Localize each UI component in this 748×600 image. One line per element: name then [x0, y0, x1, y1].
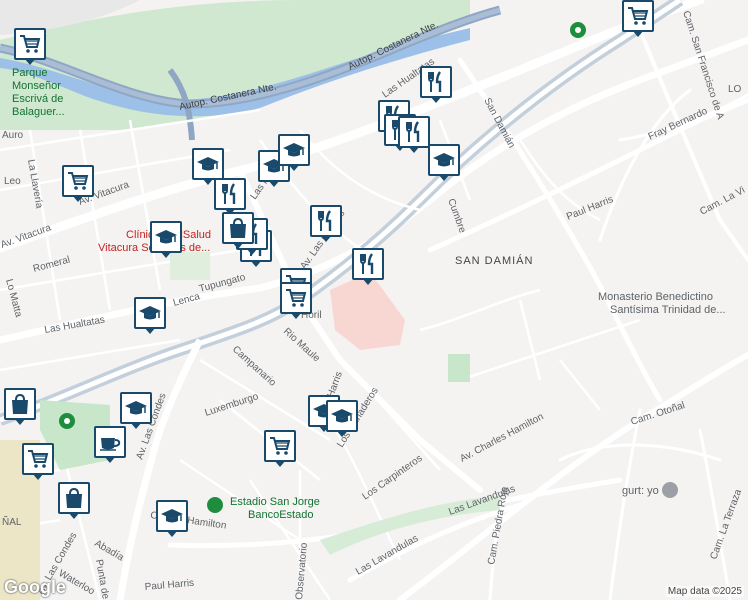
small-park — [448, 354, 470, 382]
poi-label-gurt[interactable]: gurt: yo — [622, 485, 659, 497]
fork-knife-icon — [405, 120, 420, 144]
map-marker-grad[interactable] — [278, 134, 310, 172]
poi-label-parque[interactable]: Monseñor — [12, 80, 61, 92]
map-marker-cart[interactable] — [22, 443, 54, 481]
map-marker-grad[interactable] — [150, 221, 182, 259]
street-label: ÑAL — [2, 515, 22, 528]
map-marker-bag[interactable] — [4, 388, 36, 426]
map-marker-grad[interactable] — [120, 392, 152, 430]
map-marker-cart[interactable] — [280, 282, 312, 320]
graduation-cap-icon — [330, 408, 354, 424]
cart-icon — [269, 437, 290, 456]
map-marker-grad[interactable] — [156, 500, 188, 538]
stadium-poi-icon — [207, 497, 223, 513]
poi-label-monasterio[interactable]: Monasterio Benedictino — [598, 291, 713, 303]
map-marker-fork[interactable] — [310, 205, 342, 243]
poi-label-estadio[interactable]: BancoEstado — [248, 509, 313, 521]
map-marker-cart[interactable] — [62, 165, 94, 203]
graduation-cap-icon — [154, 229, 178, 245]
street-label: Auro — [2, 130, 24, 141]
google-logo: Google — [4, 577, 66, 597]
neighborhood-label: SAN DAMIÁN — [455, 254, 533, 267]
map-marker-grad[interactable] — [326, 400, 358, 438]
map-marker-bag[interactable] — [222, 212, 254, 250]
poi-label-parque[interactable]: Escrivá de — [12, 93, 63, 105]
fork-knife-icon — [427, 70, 442, 94]
map-marker-fork[interactable] — [352, 248, 384, 286]
street-label: LO — [728, 84, 742, 95]
street-label: Leo — [4, 176, 21, 187]
map-base: Autop. Costanera Nte. Autop. Costanera N… — [0, 0, 748, 600]
cart-icon — [627, 7, 648, 26]
map-marker-cart[interactable] — [264, 430, 296, 468]
map-marker-cup[interactable] — [94, 426, 126, 464]
poi-label-monasterio[interactable]: Santísima Trinidad de... — [610, 304, 726, 316]
map-marker-grad[interactable] — [428, 144, 460, 182]
map-marker-cart[interactable] — [622, 0, 654, 38]
cart-icon — [27, 450, 48, 469]
shopping-bag-icon — [11, 394, 29, 415]
shopping-bag-icon — [65, 488, 83, 509]
map-marker-grad[interactable] — [192, 148, 224, 186]
map-marker-bag[interactable] — [58, 482, 90, 520]
map-canvas[interactable]: Autop. Costanera Nte. Autop. Costanera N… — [0, 0, 748, 600]
coffee-cup-icon — [99, 437, 121, 451]
graduation-cap-icon — [432, 152, 456, 168]
graduation-cap-icon — [160, 508, 184, 524]
map-attribution: Map data ©2025 — [665, 586, 744, 597]
fork-knife-icon — [317, 209, 332, 233]
cart-icon — [285, 289, 306, 308]
cart-icon — [67, 172, 88, 191]
graduation-cap-icon — [196, 156, 220, 172]
poi-label-parque[interactable]: Parque — [12, 67, 47, 79]
poi-label-parque[interactable]: Balaguer... — [12, 106, 65, 118]
map-marker-fork[interactable] — [420, 66, 452, 104]
poi-label-estadio[interactable]: Estadio San Jorge — [230, 496, 320, 508]
map-marker-grad[interactable] — [134, 297, 166, 335]
shopping-bag-icon — [229, 218, 247, 239]
fork-knife-icon — [359, 252, 374, 276]
graduation-cap-icon — [138, 305, 162, 321]
graduation-cap-icon — [282, 142, 306, 158]
cart-icon — [19, 35, 40, 54]
map-marker-fork[interactable] — [398, 116, 430, 154]
graduation-cap-icon — [124, 400, 148, 416]
map-marker-cart[interactable] — [14, 28, 46, 66]
gurt-poi-icon — [662, 482, 678, 498]
